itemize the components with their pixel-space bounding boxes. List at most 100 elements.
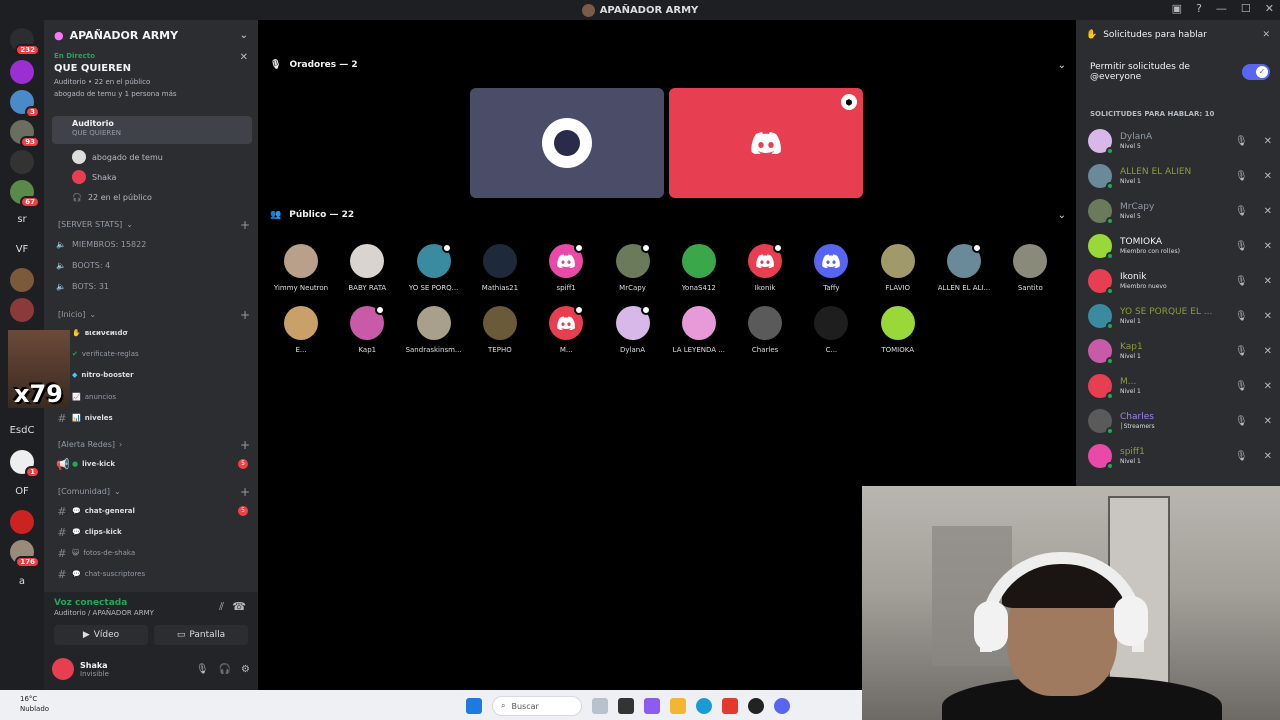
dismiss-icon[interactable]: ✕ [1264,416,1272,427]
audience-member[interactable]: MrCapy [601,243,665,292]
audience-member[interactable]: Mathias21 [468,244,532,292]
invite-to-speak-icon[interactable]: 🎙 [1235,276,1248,287]
direct-messages-icon[interactable]: 232 [10,28,40,56]
gear-icon[interactable]: ⚙ [241,664,250,675]
dismiss-icon[interactable]: ✕ [1264,136,1272,147]
audience-member[interactable]: M... [534,305,598,354]
audience-member[interactable]: Santito [998,244,1062,292]
category-server-stats[interactable]: [SERVER STATS] ⌄ [58,220,133,229]
guild-header[interactable]: ● APAÑADOR ARMY ⌄ [44,20,258,50]
headphones-icon[interactable]: 🎧 [219,664,231,675]
chevron-down-icon[interactable]: ⌄ [1058,60,1066,71]
add-channel-icon[interactable]: + [240,438,250,452]
copilot-icon[interactable] [644,698,660,714]
voice-user[interactable]: Shaka [72,168,116,186]
invite-to-speak-icon[interactable]: 🎙 [1235,346,1248,357]
speaker-tile[interactable]: ⬢ [669,88,863,198]
invite-to-speak-icon[interactable]: 🎙 [1235,136,1248,147]
stat-channel[interactable]: 🔈 MIEMBROS: 15822 [56,240,146,249]
speak-request-item[interactable]: DylanA Nivel 5 🎙 ✕ [1088,126,1272,156]
microphone-icon[interactable]: 🎙 [196,664,209,675]
server-icon[interactable] [10,268,34,292]
start-icon[interactable] [466,698,482,714]
app-icon[interactable] [748,698,764,714]
taskbar-search[interactable]: ⌕ Buscar [492,696,582,716]
invite-to-speak-icon[interactable]: 🎙 [1235,451,1248,462]
audience-member[interactable]: Kap1 [335,305,399,354]
chevron-down-icon[interactable]: ⌄ [1058,210,1066,221]
voice-user[interactable]: abogado de temu [72,148,163,166]
channel-clips-kick[interactable]: # 💬 clips-kick [52,522,252,542]
user-info[interactable]: Shaka Invisible [80,661,109,678]
server-icon[interactable]: 3 [10,90,40,118]
noise-suppression-icon[interactable]: ⫽ [219,600,224,614]
audience-member[interactable]: Ikonik [733,243,797,292]
audience-member[interactable]: spiff1 [534,243,598,292]
screen-share-button[interactable]: ▭ Pantalla [154,625,248,645]
close-window-button[interactable]: ✕ [1265,2,1274,15]
channel-bienvenido[interactable]: ✋ вιєиνєиιdσ [52,323,252,343]
allow-requests-toggle[interactable] [1242,64,1270,80]
task-view-icon[interactable] [618,698,634,714]
audience-member[interactable]: E... [269,306,333,354]
maximize-button[interactable]: ☐ [1241,2,1251,15]
audience-member[interactable]: Yimmy Neutron [269,244,333,292]
audience-member[interactable]: Taffy [799,244,863,292]
speak-request-item[interactable]: Kap1 Nivel 1 🎙 ✕ [1088,336,1272,366]
dismiss-icon[interactable]: ✕ [1264,171,1272,182]
server-icon[interactable]: OF [0,486,44,497]
stat-channel[interactable]: 🔈 BOTS: 31 [56,282,109,291]
channel-live-kick[interactable]: 📢 ● live-kick [52,454,252,474]
file-explorer-icon[interactable] [670,698,686,714]
add-channel-icon[interactable]: + [240,308,250,322]
inbox-icon[interactable]: ▣ [1172,2,1182,15]
avatar[interactable] [52,658,74,680]
audience-member[interactable]: TOMIOKA [866,306,930,354]
dismiss-icon[interactable]: ✕ [1264,346,1272,357]
channel-chat-general[interactable]: # 💬 chat-general [52,501,252,521]
audience-member[interactable]: FLAVIO [866,244,930,292]
speak-request-item[interactable]: TOMIOKA Miembro con rol(es) 🎙 ✕ [1088,231,1272,261]
audience-member[interactable]: YonaS412 [667,244,731,292]
video-button[interactable]: ▶ Vídeo [54,625,148,645]
invite-to-speak-icon[interactable]: 🎙 [1235,241,1248,252]
category-alerta-redes[interactable]: [Alerta Redes] › [58,440,122,449]
channel-verificate-reglas[interactable]: ✔ verificate-reglas [52,344,252,364]
speak-request-item[interactable]: Ikonik Miembro nuevo 🎙 ✕ [1088,266,1272,296]
channel-fotos-de-shaka[interactable]: # 😺 fotos-de-shaka [52,543,252,563]
invite-to-speak-icon[interactable]: 🎙 [1235,206,1248,217]
invite-to-speak-icon[interactable]: 🎙 [1235,381,1248,392]
weather-widget[interactable]: 16°C Nublado [20,694,49,714]
server-icon[interactable]: 176 [10,540,40,568]
server-icon[interactable]: EsdC [0,425,44,436]
minimize-button[interactable]: — [1216,2,1227,15]
invite-to-speak-icon[interactable]: 🎙 [1235,311,1248,322]
server-icon[interactable]: 67 [10,180,40,208]
dismiss-icon[interactable]: ✕ [1264,451,1272,462]
wps-office-icon[interactable] [722,698,738,714]
speak-request-item[interactable]: MrCapy Nivel 5 🎙 ✕ [1088,196,1272,226]
discord-taskbar-icon[interactable] [774,698,790,714]
help-icon[interactable]: ? [1196,2,1202,15]
dismiss-icon[interactable]: ✕ [1264,241,1272,252]
speak-request-item[interactable]: YO SE PORQUE EL ... Nivel 1 🎙 ✕ [1088,301,1272,331]
add-channel-icon[interactable]: + [240,218,250,232]
audience-header[interactable]: 👥 Público — 22 [270,210,354,220]
server-icon[interactable]: a [0,576,44,587]
audience-member[interactable]: C... [799,306,863,354]
audience-member[interactable]: LA LEYENDA ... [667,306,731,354]
server-icon[interactable] [10,150,34,174]
disconnect-icon[interactable]: ☎ [232,600,246,613]
server-icon[interactable] [10,510,34,534]
invite-to-speak-icon[interactable]: 🎙 [1235,171,1248,182]
audience-member[interactable]: YO SE PORQ... [402,243,466,292]
channel-auditorio[interactable]: Auditorio QUE QUIEREN [52,116,252,144]
category-comunidad[interactable]: [Comunidad] ⌄ [58,487,121,496]
stat-channel[interactable]: 🔈 BOOTS: 4 [56,261,110,270]
close-icon[interactable]: ✕ [240,52,248,63]
dismiss-icon[interactable]: ✕ [1264,276,1272,287]
dismiss-icon[interactable]: ✕ [1264,381,1272,392]
audience-member[interactable]: ALLEN EL ALI... [932,243,996,292]
server-icon[interactable]: 1 [10,450,40,478]
voice-audience[interactable]: 🎧 22 en el público [72,188,152,206]
